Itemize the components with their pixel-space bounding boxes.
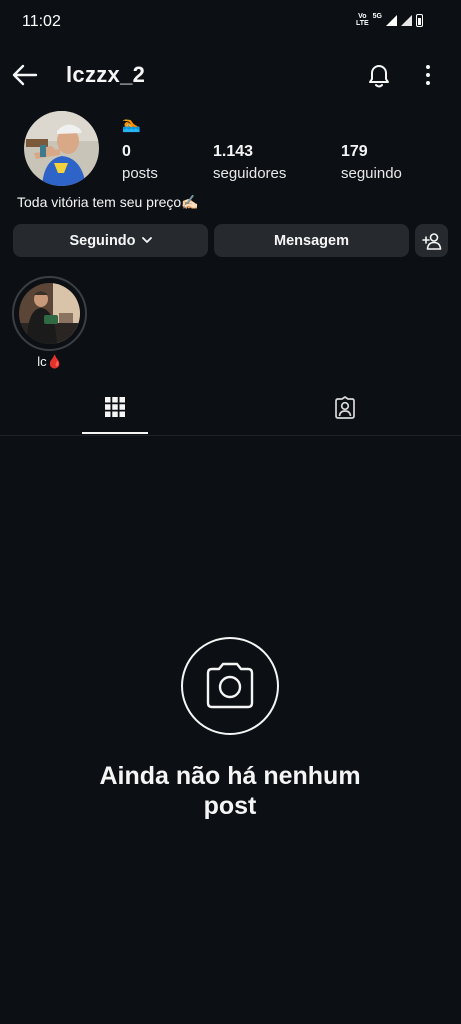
tab-tagged[interactable] <box>230 396 460 434</box>
followers-count[interactable]: 1.143 seguidores <box>213 143 286 182</box>
signal-icon-2 <box>401 14 412 26</box>
back-arrow-icon[interactable] <box>10 60 40 90</box>
volte-icon: Vo LTE <box>355 13 369 27</box>
suggested-users-button[interactable] <box>415 224 448 257</box>
active-tab-indicator <box>82 432 148 434</box>
highlight-cover <box>19 283 80 344</box>
highlight-label: lc🩸 <box>37 354 63 369</box>
tab-posts-grid[interactable] <box>0 396 230 434</box>
profile-badge-emoji: 🏊 <box>122 116 141 133</box>
posts-count-value: 0 <box>122 143 131 160</box>
following-button[interactable]: Seguindo <box>13 224 208 257</box>
following-count[interactable]: 179 seguindo <box>341 143 402 182</box>
message-button-label: Mensagem <box>274 232 349 249</box>
highlight-cover-photo <box>19 283 80 344</box>
profile-avatar[interactable] <box>24 111 99 186</box>
add-person-icon <box>421 232 441 250</box>
profile-bio: Toda vitória tem seu preço✍🏻 <box>17 194 199 210</box>
camera-icon <box>206 662 254 709</box>
empty-state-camera <box>181 637 279 735</box>
posts-count-label: posts <box>122 165 158 182</box>
chevron-down-icon <box>141 237 152 243</box>
status-bar: 11:02 Vo LTE 5G <box>0 0 461 44</box>
signal-icon <box>386 14 397 26</box>
following-count-value: 179 <box>341 143 368 160</box>
network-type-label: 5G <box>372 12 382 20</box>
empty-state-title: Ainda não há nenhum post <box>60 761 400 821</box>
status-icons: Vo LTE 5G <box>356 13 423 27</box>
notification-bell-icon[interactable] <box>365 60 393 90</box>
clock: 11:02 <box>22 13 61 30</box>
battery-icon <box>416 13 423 27</box>
followers-count-value: 1.143 <box>213 143 254 160</box>
tagged-person-icon <box>335 396 355 419</box>
empty-state-line-1: Ainda não há nenhum <box>99 762 361 790</box>
profile-username: lczzx_2 <box>66 62 146 87</box>
message-button[interactable]: Mensagem <box>214 224 409 257</box>
more-options-icon[interactable] <box>418 62 438 88</box>
followers-count-label: seguidores <box>213 165 287 182</box>
following-button-label: Seguindo <box>69 232 136 249</box>
grid-icon <box>105 397 125 417</box>
empty-state-line-2: post <box>203 792 257 820</box>
following-count-label: seguindo <box>341 165 402 182</box>
tab-divider <box>0 435 461 436</box>
posts-count: 0 posts <box>122 143 158 182</box>
story-highlight[interactable] <box>12 276 87 351</box>
avatar-photo <box>24 111 99 186</box>
profile-header: lczzx_2 <box>0 52 461 98</box>
